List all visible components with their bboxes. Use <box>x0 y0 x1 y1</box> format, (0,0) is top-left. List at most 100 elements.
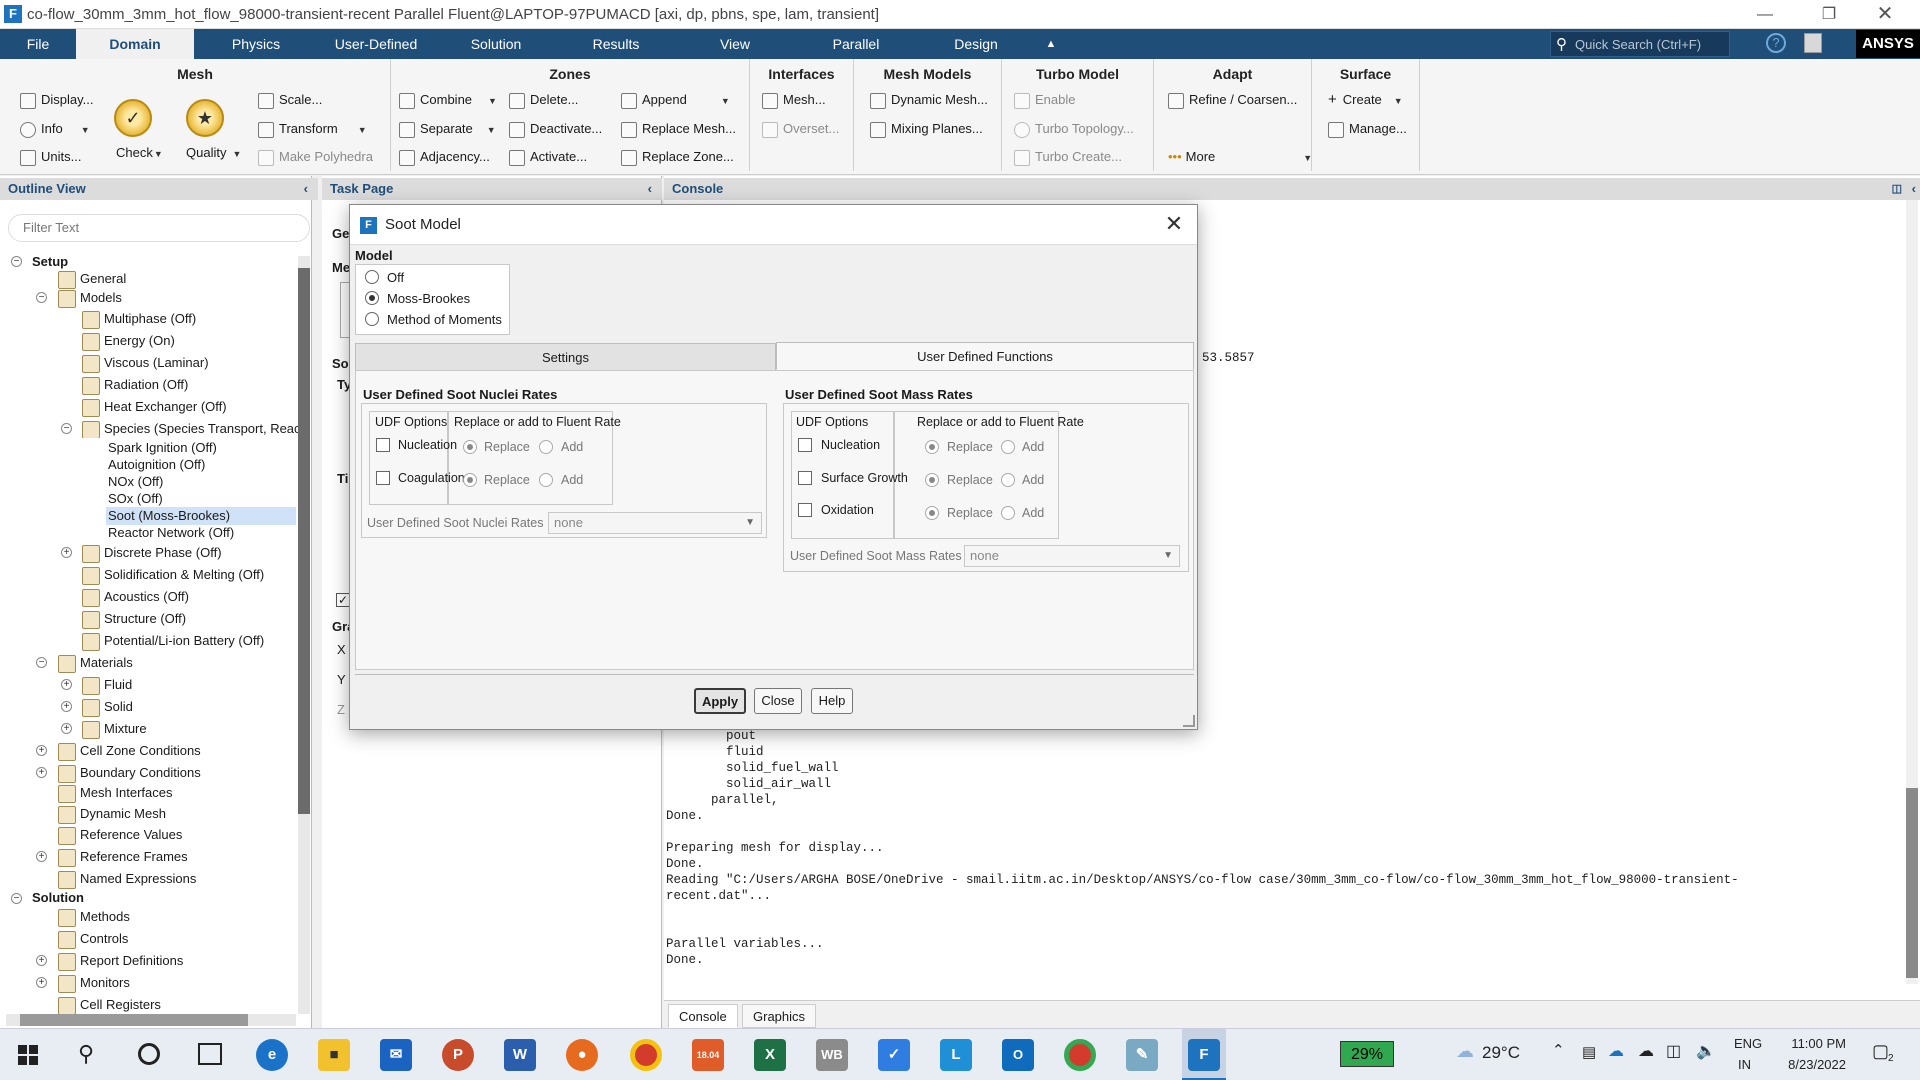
menu-solution[interactable]: Solution <box>448 29 544 59</box>
model-off-radio[interactable] <box>365 270 379 284</box>
mass-surface-growth-add-radio[interactable] <box>1001 473 1015 487</box>
network-icon[interactable]: ◫ <box>1666 1041 1681 1061</box>
separate-button[interactable]: Separate ▼ <box>399 119 496 139</box>
close-window-button[interactable]: ✕ <box>1862 0 1908 29</box>
expand-toggle-icon[interactable]: + <box>36 745 47 756</box>
menu-domain[interactable]: Domain <box>76 29 194 59</box>
help-button[interactable]: Help <box>811 688 853 714</box>
todo-icon[interactable]: ✓ <box>878 1039 910 1071</box>
restore-button[interactable]: ❐ <box>1806 0 1852 29</box>
menu-view[interactable]: View <box>690 29 780 59</box>
delete-button[interactable]: Delete... <box>509 90 578 110</box>
mixing-planes-button[interactable]: Mixing Planes... <box>870 119 983 139</box>
menu-physics[interactable]: Physics <box>208 29 304 59</box>
collapse-panel-icon[interactable]: ‹ <box>1912 178 1916 200</box>
cloud-icon[interactable]: ☁ <box>1638 1041 1654 1061</box>
adjacency-button[interactable]: Adjacency... <box>399 147 490 167</box>
nuclei-nucleation-replace-radio[interactable] <box>463 440 477 454</box>
expand-toggle-icon[interactable]: + <box>36 767 47 778</box>
expand-toggle-icon[interactable]: + <box>61 547 72 558</box>
mass-surface-growth-checkbox[interactable] <box>798 471 812 485</box>
language-indicator[interactable]: ENG IN <box>1734 1036 1762 1072</box>
overset-button[interactable]: Overset... <box>762 119 839 139</box>
replace-mesh-button[interactable]: Replace Mesh... <box>621 119 736 139</box>
combine-button[interactable]: Combine ▼ <box>399 90 497 110</box>
more-button[interactable]: ••• More ▼ <box>1168 147 1312 167</box>
interfaces-mesh-button[interactable]: Mesh... <box>762 90 826 110</box>
mass-oxidation-checkbox[interactable] <box>798 503 812 517</box>
expand-toggle-icon[interactable]: + <box>36 851 47 862</box>
fluent-taskbar-icon[interactable]: F <box>1188 1039 1220 1071</box>
replace-zone-button[interactable]: Replace Zone... <box>621 147 734 167</box>
word-icon[interactable]: W <box>504 1039 536 1071</box>
quick-search-input[interactable]: Quick Search (Ctrl+F) <box>1550 31 1730 57</box>
menu-file[interactable]: File <box>0 29 76 59</box>
check-button[interactable]: Check▼ <box>116 143 163 163</box>
tree-item-methods[interactable]: Methods <box>58 908 130 927</box>
clock[interactable]: 11:00 PM 8/23/2022 <box>1774 1036 1846 1072</box>
tree-item-report-definitions[interactable]: Report Definitions <box>58 952 183 971</box>
tree-item-cell-zone-conditions[interactable]: Cell Zone Conditions <box>58 742 201 761</box>
tree-item-energy[interactable]: Energy (On) <box>82 332 175 351</box>
menu-design[interactable]: Design <box>928 29 1024 59</box>
tree-item-viscous[interactable]: Viscous (Laminar) <box>82 354 209 373</box>
tree-item-soot[interactable]: Soot (Moss-Brookes) <box>106 507 296 525</box>
quality-icon[interactable]: ★ <box>186 99 224 137</box>
collapse-toggle-icon[interactable]: − <box>11 256 22 267</box>
volume-icon[interactable]: 🔈 <box>1696 1041 1716 1061</box>
maximize-panel-icon[interactable]: ◫ <box>1892 178 1902 200</box>
mass-surface-growth-replace-radio[interactable] <box>925 473 939 487</box>
mass-nucleation-add-radio[interactable] <box>1001 440 1015 454</box>
tree-item-fluid[interactable]: Fluid <box>82 676 132 695</box>
edge-icon[interactable]: e <box>256 1039 288 1071</box>
tree-item-reference-frames[interactable]: Reference Frames <box>58 848 188 867</box>
scale-button[interactable]: Scale... <box>258 90 322 110</box>
tree-item-mesh-interfaces[interactable]: Mesh Interfaces <box>58 784 173 803</box>
menu-results[interactable]: Results <box>568 29 664 59</box>
turbo-topology-button[interactable]: Turbo Topology... <box>1014 119 1134 139</box>
tree-item-multiphase[interactable]: Multiphase (Off) <box>82 310 196 329</box>
display-button[interactable]: Display... <box>20 90 94 110</box>
tree-item-boundary-conditions[interactable]: Boundary Conditions <box>58 764 201 783</box>
surface-manage-button[interactable]: Manage... <box>1328 119 1407 139</box>
collapse-toggle-icon[interactable]: − <box>11 893 22 904</box>
weather-icon[interactable]: ☁ <box>1456 1041 1474 1062</box>
tree-item-heat-exchanger[interactable]: Heat Exchanger (Off) <box>82 398 227 417</box>
cortana-icon[interactable] <box>138 1043 160 1065</box>
collapse-panel-icon[interactable]: ‹ <box>648 178 652 200</box>
outline-hscroll-thumb[interactable] <box>20 1014 248 1026</box>
units-button[interactable]: Units... <box>20 147 81 167</box>
tree-item-mixture[interactable]: Mixture <box>82 720 147 739</box>
file-explorer-icon[interactable]: ■ <box>318 1039 350 1071</box>
device-icon[interactable]: ▤ <box>1582 1043 1596 1061</box>
tree-item-solidification[interactable]: Solidification & Melting (Off) <box>82 566 264 585</box>
tree-item-acoustics[interactable]: Acoustics (Off) <box>82 588 189 607</box>
battery-indicator[interactable]: 29% <box>1340 1041 1394 1067</box>
tree-item-sox[interactable]: SOx (Off) <box>108 490 163 508</box>
check-icon[interactable]: ✓ <box>114 99 152 137</box>
tree-item-radiation[interactable]: Radiation (Off) <box>82 376 188 395</box>
expand-toggle-icon[interactable]: + <box>36 955 47 966</box>
mass-oxidation-replace-radio[interactable] <box>925 506 939 520</box>
apply-button[interactable]: Apply <box>694 688 746 714</box>
tab-user-defined-functions[interactable]: User Defined Functions <box>776 342 1194 370</box>
collapse-toggle-icon[interactable]: − <box>36 292 47 303</box>
notes-icon[interactable] <box>1804 33 1822 53</box>
model-method-of-moments-radio[interactable] <box>365 312 379 326</box>
onedrive-icon[interactable]: ☁ <box>1608 1041 1624 1061</box>
firefox-icon[interactable]: ● <box>566 1039 598 1071</box>
temperature[interactable]: 29°C <box>1482 1043 1520 1063</box>
chrome-icon[interactable] <box>630 1039 662 1071</box>
tree-item-structure[interactable]: Structure (Off) <box>82 610 186 629</box>
collapse-toggle-icon[interactable]: − <box>61 423 72 434</box>
tree-item-autoignition[interactable]: Autoignition (Off) <box>108 456 205 474</box>
expand-toggle-icon[interactable]: + <box>61 701 72 712</box>
tree-item-general[interactable]: General <box>58 270 126 289</box>
tree-item-species[interactable]: Species (Species Transport, Reac <box>82 420 298 438</box>
menu-user-defined[interactable]: User-Defined <box>318 29 434 59</box>
refine-coarsen-button[interactable]: Refine / Coarsen... <box>1168 90 1297 110</box>
mass-nucleation-replace-radio[interactable] <box>925 440 939 454</box>
tree-item-battery[interactable]: Potential/Li-ion Battery (Off) <box>82 632 264 651</box>
collapse-ribbon-icon[interactable]: ▲ <box>1036 29 1066 59</box>
tree-item-named-expressions[interactable]: Named Expressions <box>58 870 196 889</box>
